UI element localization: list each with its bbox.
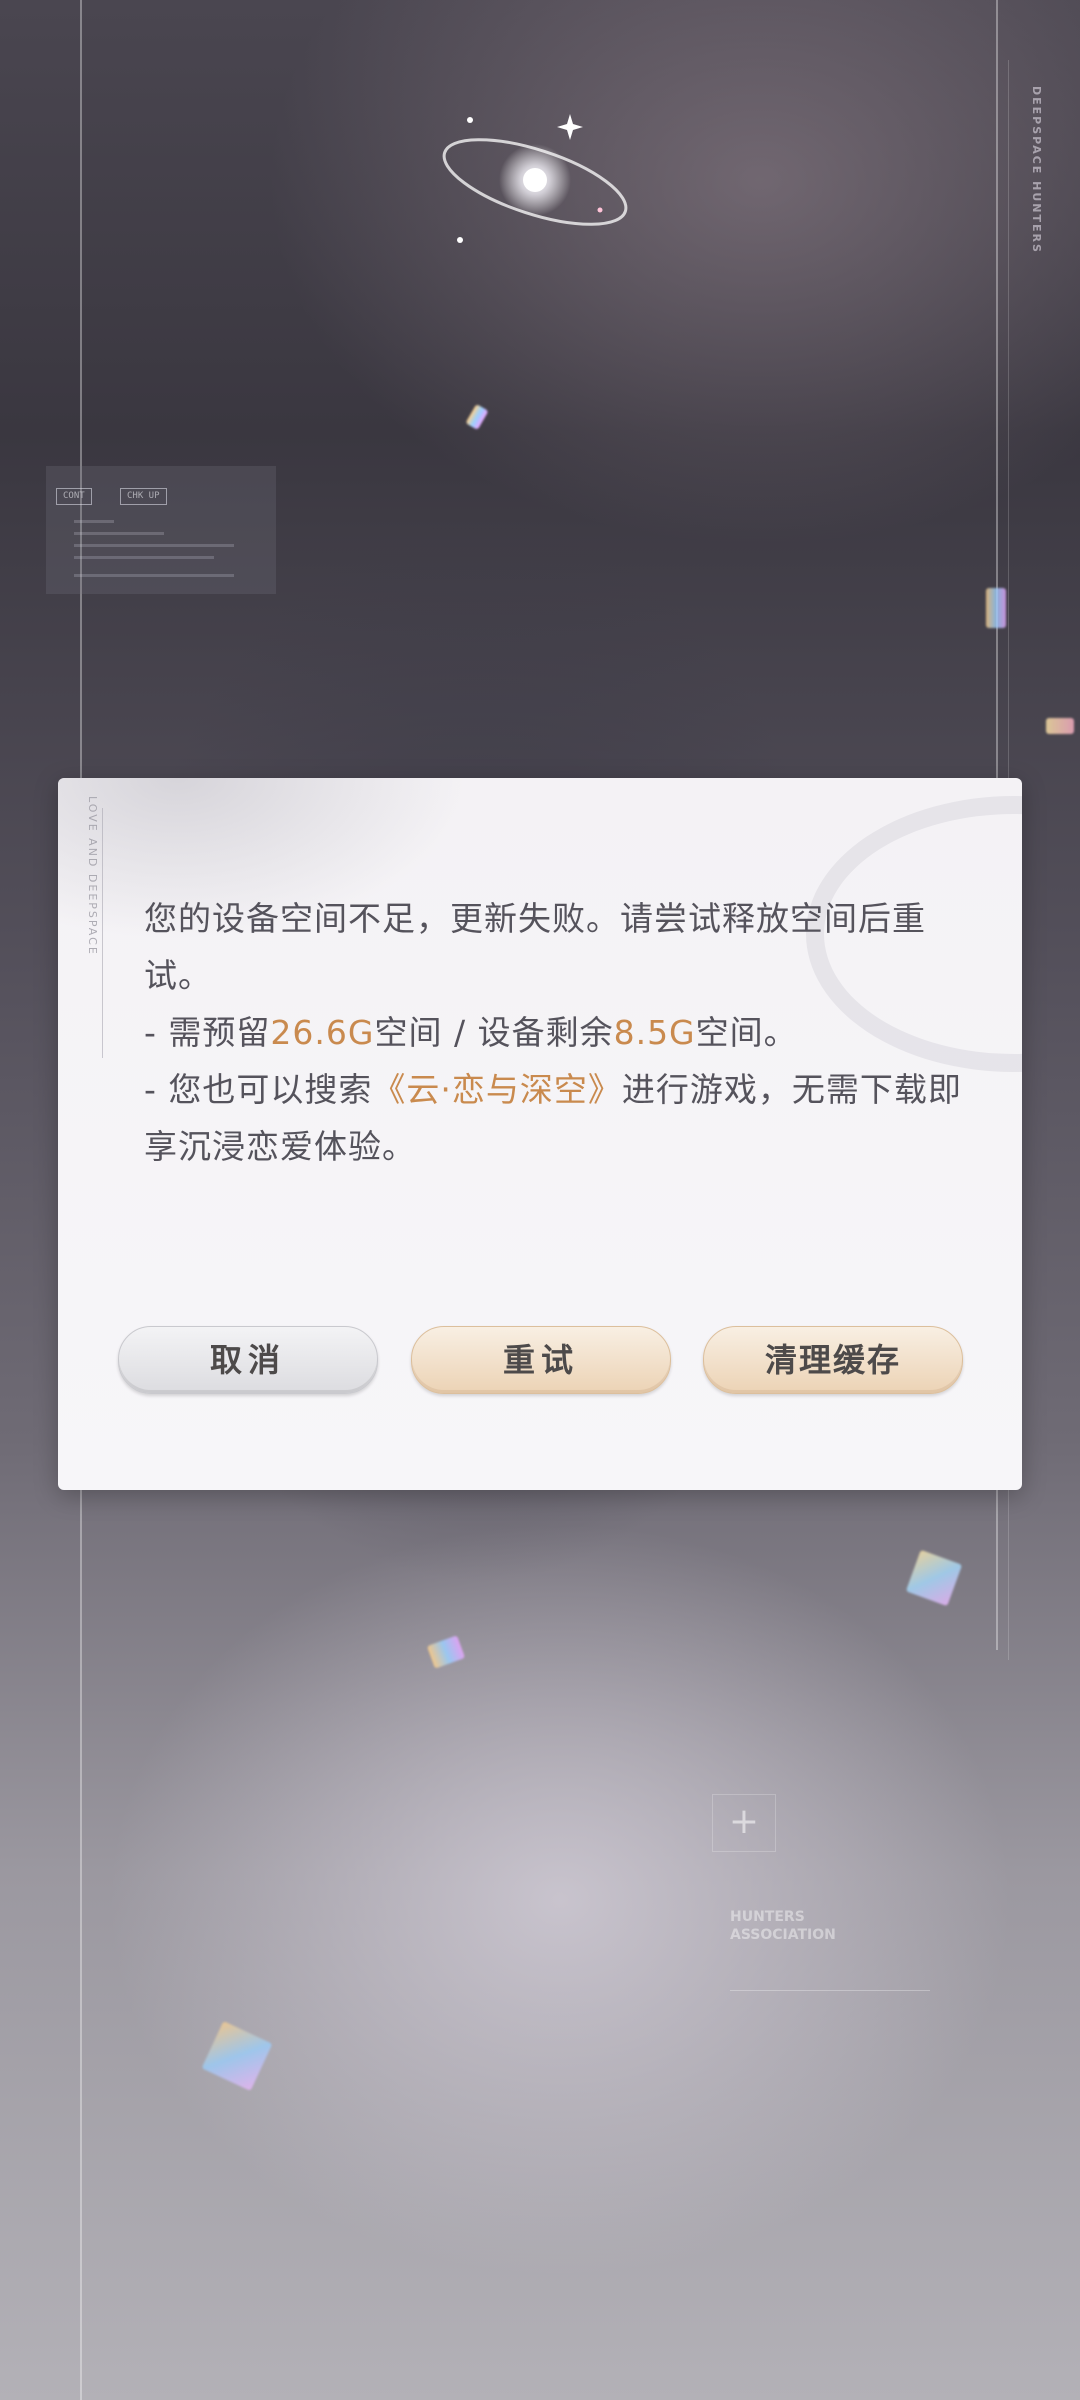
- remaining-space-value: 8.5G: [613, 1013, 696, 1052]
- required-middle: 空间 / 设备剩余: [374, 1013, 614, 1052]
- association-rule: [730, 1990, 930, 1991]
- required-prefix: - 需预留: [144, 1013, 271, 1052]
- hud-line: [74, 574, 234, 577]
- storage-error-dialog: LOVE AND DEEPSPACE 您的设备空间不足，更新失败。请尝试释放空间…: [58, 778, 1022, 1490]
- cancel-button[interactable]: 取消: [118, 1326, 378, 1394]
- required-suffix: 空间。: [695, 1013, 798, 1052]
- prism-sparkle: [986, 588, 1006, 628]
- association-label: HUNTERS ASSOCIATION: [730, 1909, 836, 1943]
- hud-chip: CHK UP: [120, 488, 167, 505]
- retry-button[interactable]: 重试: [411, 1326, 671, 1394]
- brand-vertical-text: DEEPSPACE HUNTERS: [1030, 86, 1043, 254]
- message-line-1: 您的设备空间不足，更新失败。请尝试释放空间后重试。: [144, 899, 926, 995]
- clear-cache-button[interactable]: 清理缓存: [703, 1326, 963, 1394]
- hud-chip: CONT: [56, 488, 92, 505]
- required-space-value: 26.6G: [270, 1013, 375, 1052]
- hud-line: [74, 520, 114, 523]
- message-line-2: - 需预留26.6G空间 / 设备剩余8.5G空间。: [144, 1004, 974, 1061]
- message-line-3: - 您也可以搜索《云·恋与深空》进行游戏，无需下载即享沉浸恋爱体验。: [144, 1061, 974, 1175]
- dialog-message: 您的设备空间不足，更新失败。请尝试释放空间后重试。 - 需预留26.6G空间 /…: [144, 890, 974, 1175]
- orbit-star-emblem: [442, 114, 628, 243]
- hud-line: [74, 544, 234, 547]
- game-screen: DEEPSPACE HUNTERS CONT CHK UP + HUNTERS …: [0, 0, 1080, 2400]
- prism-sparkle: [426, 1635, 466, 1669]
- cloud-game-title: 《云·恋与深空》: [372, 1070, 622, 1109]
- dialog-vertical-tag: LOVE AND DEEPSPACE: [86, 796, 99, 956]
- hud-line: [74, 556, 214, 559]
- prism-sparkle: [905, 1549, 963, 1607]
- hud-line: [74, 532, 164, 535]
- prism-sparkle: [1046, 718, 1074, 734]
- prism-sparkle: [201, 2021, 273, 2091]
- prism-sparkle: [465, 403, 489, 431]
- search-prefix: - 您也可以搜索: [144, 1070, 373, 1109]
- dialog-left-rule: [102, 808, 103, 1058]
- plus-icon: +: [712, 1794, 776, 1852]
